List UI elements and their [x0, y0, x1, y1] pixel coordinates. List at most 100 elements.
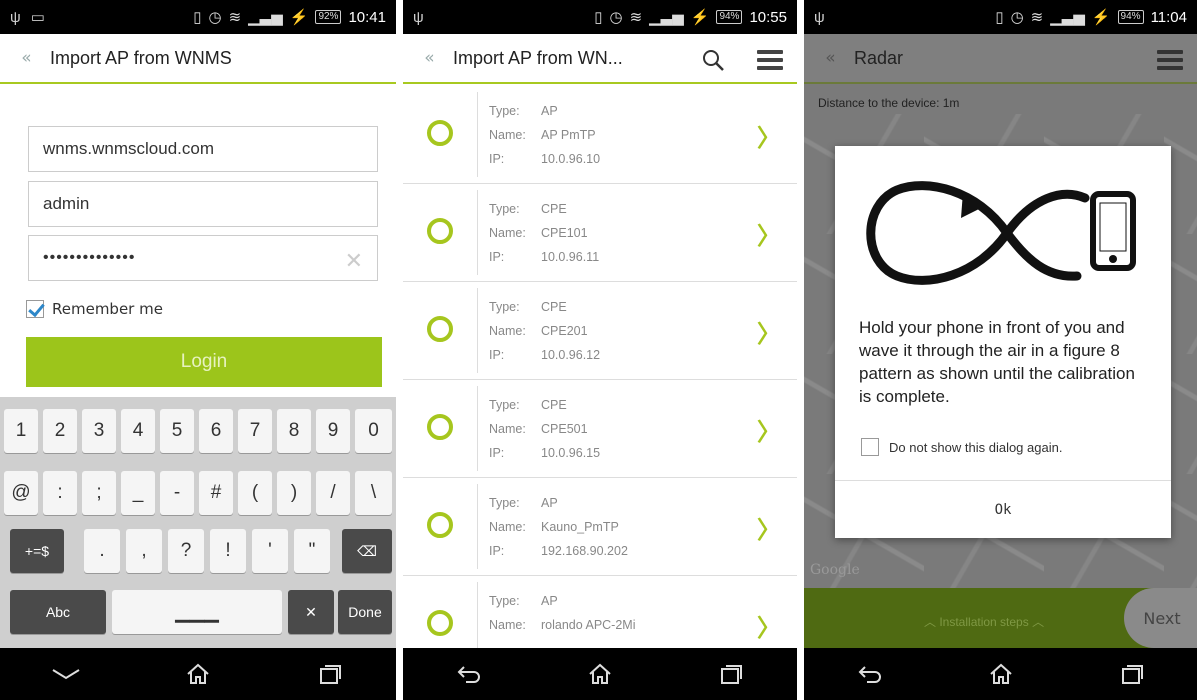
- nfc-icon: ▯: [193, 9, 202, 26]
- list-item[interactable]: Type: AP Name: AP PmTP IP: 10.0.96.10 〉: [403, 86, 797, 184]
- key-8[interactable]: 8: [277, 409, 311, 453]
- chevron-right-icon[interactable]: 〉: [757, 510, 781, 545]
- key-4[interactable]: 4: [121, 409, 155, 453]
- key-rparen[interactable]: ): [277, 471, 311, 515]
- charging-icon: ⚡: [289, 9, 309, 26]
- recents-button[interactable]: [1112, 654, 1152, 694]
- device-info: Type: CPE Name: CPE101 IP: 10.0.96.11: [489, 197, 599, 269]
- home-button[interactable]: [178, 654, 218, 694]
- back-button[interactable]: [850, 654, 890, 694]
- distance-label: Distance to the device: 1m: [818, 96, 960, 110]
- clock: 10:41: [348, 8, 386, 26]
- ok-button[interactable]: Ok: [835, 480, 1171, 538]
- list-item[interactable]: Type: AP Name: Kauno_PmTP IP: 192.168.90.20…: [403, 478, 797, 576]
- type-label: Type:: [489, 594, 520, 608]
- installation-steps-label: ︿ Installation steps ︿: [924, 613, 1044, 630]
- ip-label: IP:: [489, 250, 505, 264]
- recents-button[interactable]: [711, 654, 751, 694]
- device-list: Type: AP Name: AP PmTP IP: 10.0.96.10 〉 Typ…: [403, 86, 797, 674]
- next-button[interactable]: Next: [1124, 588, 1197, 648]
- chevron-right-icon[interactable]: 〉: [757, 412, 781, 447]
- hide-keyboard-button[interactable]: [46, 654, 86, 694]
- back-chevron-icon[interactable]: «: [403, 48, 453, 68]
- list-item[interactable]: Type: CPE Name: CPE201 IP: 10.0.96.12 〉: [403, 282, 797, 380]
- home-icon: [187, 663, 209, 684]
- key-5[interactable]: 5: [160, 409, 194, 453]
- device-ip: 10.0.96.10: [541, 152, 601, 166]
- key-period[interactable]: .: [84, 529, 120, 573]
- key-slash[interactable]: /: [316, 471, 350, 515]
- chevron-right-icon[interactable]: 〉: [757, 314, 781, 349]
- key-underscore[interactable]: _: [121, 471, 155, 515]
- battery-level: 92%: [315, 10, 342, 24]
- key-dash[interactable]: -: [160, 471, 194, 515]
- search-icon[interactable]: [701, 48, 725, 72]
- key-quote[interactable]: ": [294, 529, 330, 573]
- login-button[interactable]: Login: [26, 337, 382, 387]
- key-2[interactable]: 2: [43, 409, 77, 453]
- key-symbols[interactable]: +=$: [10, 529, 64, 573]
- key-0[interactable]: 0: [355, 409, 392, 453]
- key-comma[interactable]: ,: [126, 529, 162, 573]
- alarm-icon: ◷: [1010, 9, 1024, 26]
- recents-button[interactable]: [310, 654, 350, 694]
- menu-icon[interactable]: [757, 50, 783, 74]
- back-button[interactable]: [449, 654, 489, 694]
- device-type: AP: [541, 496, 558, 510]
- page-title: Radar: [854, 47, 904, 68]
- checkbox-unchecked-icon[interactable]: [861, 438, 879, 456]
- back-chevron-icon[interactable]: «: [0, 48, 50, 68]
- chevron-right-icon[interactable]: 〉: [757, 608, 781, 643]
- checkbox-checked-icon[interactable]: [26, 300, 44, 318]
- key-exclaim[interactable]: !: [210, 529, 246, 573]
- username-input[interactable]: admin: [28, 181, 378, 227]
- menu-icon[interactable]: [1157, 50, 1183, 74]
- device-name: CPE501: [541, 422, 588, 436]
- key-6[interactable]: 6: [199, 409, 233, 453]
- list-item[interactable]: Type: CPE Name: CPE101 IP: 10.0.96.11 〉: [403, 184, 797, 282]
- device-type: CPE: [541, 300, 567, 314]
- device-name: CPE201: [541, 324, 588, 338]
- key-colon[interactable]: :: [43, 471, 77, 515]
- charging-icon: ⚡: [690, 9, 710, 26]
- home-button[interactable]: [981, 654, 1021, 694]
- server-input[interactable]: wnms.wnmscloud.com: [28, 126, 378, 172]
- key-lparen[interactable]: (: [238, 471, 272, 515]
- keyboard-notification-icon: ▭: [30, 9, 45, 26]
- dont-show-again-label: Do not show this dialog again.: [889, 439, 1063, 455]
- key-1[interactable]: 1: [4, 409, 38, 453]
- login-screen: ψ ▭ ▯ ◷ ≋ ▁▃▅ ⚡ 92% 10:41 « Import AP fr…: [0, 0, 396, 700]
- key-hash[interactable]: #: [199, 471, 233, 515]
- remember-me-checkbox[interactable]: Remember me: [26, 300, 163, 318]
- page-title: Import AP from WNMS: [50, 47, 232, 68]
- key-semicolon[interactable]: ;: [82, 471, 116, 515]
- key-backspace[interactable]: ⌫: [342, 529, 392, 573]
- list-item[interactable]: Type: CPE Name: CPE501 IP: 10.0.96.15 〉: [403, 380, 797, 478]
- chevron-right-icon[interactable]: 〉: [757, 216, 781, 251]
- key-7[interactable]: 7: [238, 409, 272, 453]
- username-input-value: admin: [43, 194, 90, 213]
- back-chevron-icon[interactable]: «: [804, 48, 854, 68]
- key-apostrophe[interactable]: ': [252, 529, 288, 573]
- key-done[interactable]: Done: [338, 590, 392, 634]
- divider: [477, 288, 478, 373]
- chevron-right-icon[interactable]: 〉: [757, 118, 781, 153]
- key-at[interactable]: @: [4, 471, 38, 515]
- key-question[interactable]: ?: [168, 529, 204, 573]
- key-settings[interactable]: ✕: [288, 590, 334, 634]
- ip-label: IP:: [489, 348, 505, 362]
- device-name: rolando APC-2Mi: [541, 618, 636, 632]
- home-button[interactable]: [580, 654, 620, 694]
- dont-show-again-checkbox[interactable]: Do not show this dialog again.: [861, 438, 1062, 456]
- password-input[interactable]: •••••••••••••• ✕: [28, 235, 378, 281]
- key-backslash[interactable]: \: [355, 471, 392, 515]
- key-abc[interactable]: Abc: [10, 590, 106, 634]
- device-list-screen: ψ ▯ ◷ ≋ ▁▃▅ ⚡ 94% 10:55 « Import AP from…: [403, 0, 797, 700]
- calibration-instructions: Hold your phone in front of you and wave…: [859, 318, 1135, 406]
- clear-icon[interactable]: ✕: [345, 248, 363, 274]
- key-space[interactable]: ▁▁▁: [112, 590, 282, 634]
- key-9[interactable]: 9: [316, 409, 350, 453]
- key-3[interactable]: 3: [82, 409, 116, 453]
- clock: 11:04: [1150, 8, 1187, 26]
- nav-bar: [0, 648, 396, 700]
